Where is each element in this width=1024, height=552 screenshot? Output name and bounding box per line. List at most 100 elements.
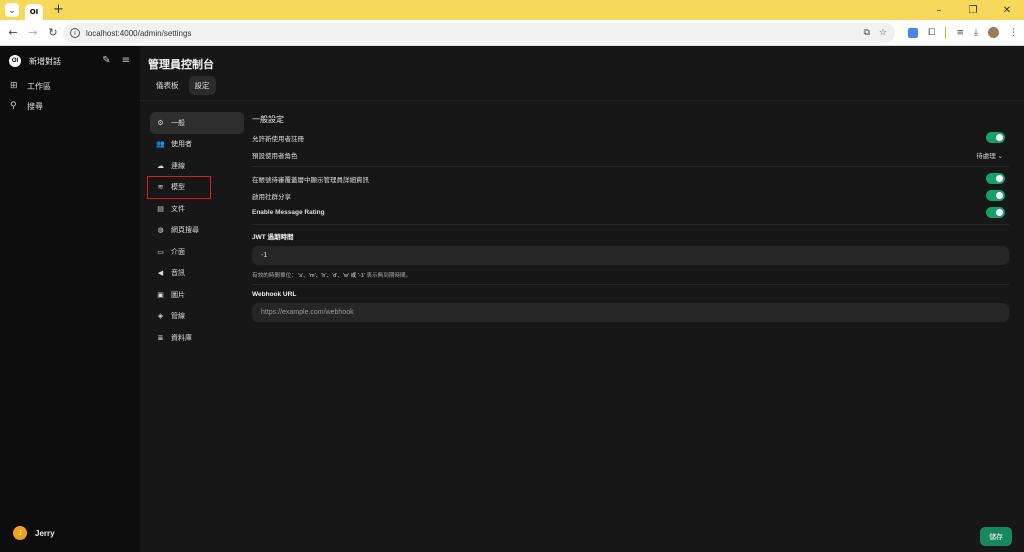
- sidebar: OI 新增對話 ✎ ≡ ⊞ 工作區 ⚲ 搜尋 J Jerry: [0, 46, 140, 552]
- app-root: OI 新增對話 ✎ ≡ ⊞ 工作區 ⚲ 搜尋 J Jerry 管理員控制台 儀表…: [0, 46, 1024, 552]
- allow-signup-row: 允許新使用者註冊: [252, 129, 1009, 146]
- profile-avatar[interactable]: [988, 27, 999, 38]
- sidebar-item-label: 工作區: [27, 81, 51, 91]
- cloud-icon: ☁: [157, 161, 164, 170]
- browser-tab[interactable]: OI: [25, 4, 43, 20]
- edit-icon[interactable]: ✎: [102, 55, 110, 66]
- settings-nav-label: 網頁搜尋: [171, 227, 199, 235]
- forward-icon[interactable]: →: [23, 26, 43, 39]
- settings-nav-label: 連線: [171, 162, 185, 170]
- new-chat-label: 新增對話: [29, 56, 61, 66]
- jwt-expiration-input[interactable]: -1: [252, 246, 1009, 265]
- settings-nav-models[interactable]: ≋ 模型: [147, 175, 244, 198]
- settings-nav-database[interactable]: ≣ 資料庫: [150, 327, 244, 349]
- save-button[interactable]: 儲存: [980, 527, 1012, 546]
- download-icon[interactable]: ⤓: [974, 28, 978, 38]
- settings-nav-users[interactable]: 👥 使用者: [150, 134, 244, 156]
- default-role-row: 預設使用者角色 待處理 ⌄: [252, 146, 1009, 163]
- document-icon: ▤: [157, 204, 164, 213]
- message-rating-label: Enable Message Rating: [252, 209, 325, 216]
- window-controls: – ❐ ✕: [922, 0, 1024, 20]
- divider: [252, 166, 1009, 167]
- settings-nav-label: 介面: [171, 248, 185, 256]
- site-info-icon[interactable]: i: [70, 28, 80, 38]
- extensions-area: ⧠ ≡ ⤓ ⋮: [908, 26, 1018, 39]
- settings-nav-interface[interactable]: ▭ 介面: [150, 241, 244, 263]
- browser-tab-bar: ⌄ OI + – ❐ ✕: [0, 0, 1024, 20]
- sidebar-item-search[interactable]: ⚲ 搜尋: [0, 96, 140, 116]
- user-menu[interactable]: J Jerry: [13, 526, 55, 540]
- divider: [252, 284, 1009, 285]
- grid-icon: ⊞: [10, 81, 18, 91]
- bookmark-star-icon[interactable]: ☆: [879, 28, 887, 38]
- settings-nav-label: 音訊: [171, 270, 185, 278]
- tab-favicon: OI: [29, 8, 39, 16]
- community-share-row: 啟用社群分享: [252, 187, 1009, 204]
- settings-nav-images[interactable]: ▣ 圖片: [150, 284, 244, 306]
- users-icon: 👥: [156, 140, 165, 149]
- avatar: J: [13, 526, 27, 540]
- translate-icon[interactable]: [908, 27, 919, 38]
- back-icon[interactable]: ←: [3, 26, 23, 39]
- settings-nav-pipelines[interactable]: ◈ 管線: [150, 306, 244, 328]
- chevron-down-icon: ⌄: [997, 152, 1003, 160]
- message-rating-toggle[interactable]: [986, 207, 1005, 218]
- menu-icon[interactable]: ≡: [122, 55, 130, 66]
- allow-signup-label: 允許新使用者註冊: [252, 135, 304, 143]
- settings-nav-label: 管線: [171, 313, 185, 321]
- reading-list-icon[interactable]: ≡: [956, 28, 964, 38]
- sidebar-item-label: 搜尋: [27, 101, 43, 111]
- app-logo: OI: [9, 55, 21, 67]
- close-icon[interactable]: ✕: [990, 5, 1024, 16]
- new-tab-button[interactable]: +: [53, 3, 64, 17]
- minimize-icon[interactable]: –: [922, 5, 956, 16]
- monitor-icon: ▭: [157, 247, 164, 256]
- webhook-url-input[interactable]: https://example.com/webhook: [252, 303, 1009, 322]
- default-role-select[interactable]: 待處理 ⌄: [976, 150, 1003, 160]
- pipeline-icon: ◈: [157, 312, 164, 321]
- toolbar-separator: [945, 26, 947, 39]
- jwt-expiration-label: JWT 過期時間: [252, 234, 294, 241]
- browser-toolbar: ← → ↻ i localhost:4000/admin/settings ⧉ …: [0, 20, 1024, 46]
- stack-icon: ≋: [157, 183, 164, 192]
- address-bar[interactable]: i localhost:4000/admin/settings ⧉ ☆: [63, 23, 895, 43]
- tab-settings[interactable]: 設定: [188, 76, 216, 95]
- community-share-toggle[interactable]: [986, 190, 1005, 201]
- settings-nav-audio[interactable]: ◀ 音訊: [150, 263, 244, 285]
- settings-nav-label: 一般: [171, 119, 185, 127]
- general-settings: 一般設定 允許新使用者註冊 預設使用者角色 待處理 ⌄ 在帳號待審覆蓋層中顯示管…: [252, 112, 1009, 322]
- show-admin-label: 在帳號待審覆蓋層中顯示管理員詳細資訊: [252, 176, 369, 184]
- extensions-puzzle-icon[interactable]: ⧠: [928, 28, 935, 38]
- kebab-menu-icon[interactable]: ⋮: [1009, 28, 1018, 38]
- default-role-label: 預設使用者角色: [252, 152, 298, 160]
- tab-search-button[interactable]: ⌄: [5, 3, 19, 17]
- reload-icon[interactable]: ↻: [43, 26, 63, 39]
- settings-nav-label: 文件: [171, 205, 185, 213]
- show-admin-toggle[interactable]: [986, 173, 1005, 184]
- section-title: 一般設定: [252, 115, 284, 124]
- search-icon: ⚲: [10, 101, 17, 111]
- community-share-label: 啟用社群分享: [252, 193, 291, 201]
- install-icon[interactable]: ⧉: [863, 28, 869, 38]
- main-panel: 管理員控制台 儀表板 設定 ⚙ 一般 👥 使用者 ☁ 連線 ≋ 模型 ▤ 文件 …: [140, 46, 1024, 552]
- settings-nav-label: 圖片: [171, 291, 185, 299]
- sidebar-top-actions: ✎ ≡: [102, 55, 130, 66]
- restore-icon[interactable]: ❐: [956, 5, 990, 16]
- show-admin-row: 在帳號待審覆蓋層中顯示管理員詳細資訊: [252, 170, 1009, 187]
- allow-signup-toggle[interactable]: [986, 132, 1005, 143]
- url-text[interactable]: localhost:4000/admin/settings: [86, 29, 191, 38]
- omnibox-actions: ⧉ ☆: [863, 28, 887, 38]
- settings-nav-web-search[interactable]: ◍ 網頁搜尋: [150, 220, 244, 242]
- message-rating-row: Enable Message Rating: [252, 204, 1009, 221]
- settings-nav-label: 模型: [171, 184, 185, 192]
- image-icon: ▣: [157, 290, 164, 299]
- settings-nav-connections[interactable]: ☁ 連線: [150, 155, 244, 177]
- webhook-url-label: Webhook URL: [252, 291, 297, 298]
- settings-nav-label: 資料庫: [171, 334, 192, 342]
- sidebar-item-workspace[interactable]: ⊞ 工作區: [0, 76, 140, 96]
- settings-nav-documents[interactable]: ▤ 文件: [150, 198, 244, 220]
- settings-nav-general[interactable]: ⚙ 一般: [150, 112, 244, 134]
- admin-tabs: 儀表板 設定: [150, 76, 216, 95]
- speaker-icon: ◀: [157, 269, 164, 278]
- tab-dashboard[interactable]: 儀表板: [150, 76, 185, 95]
